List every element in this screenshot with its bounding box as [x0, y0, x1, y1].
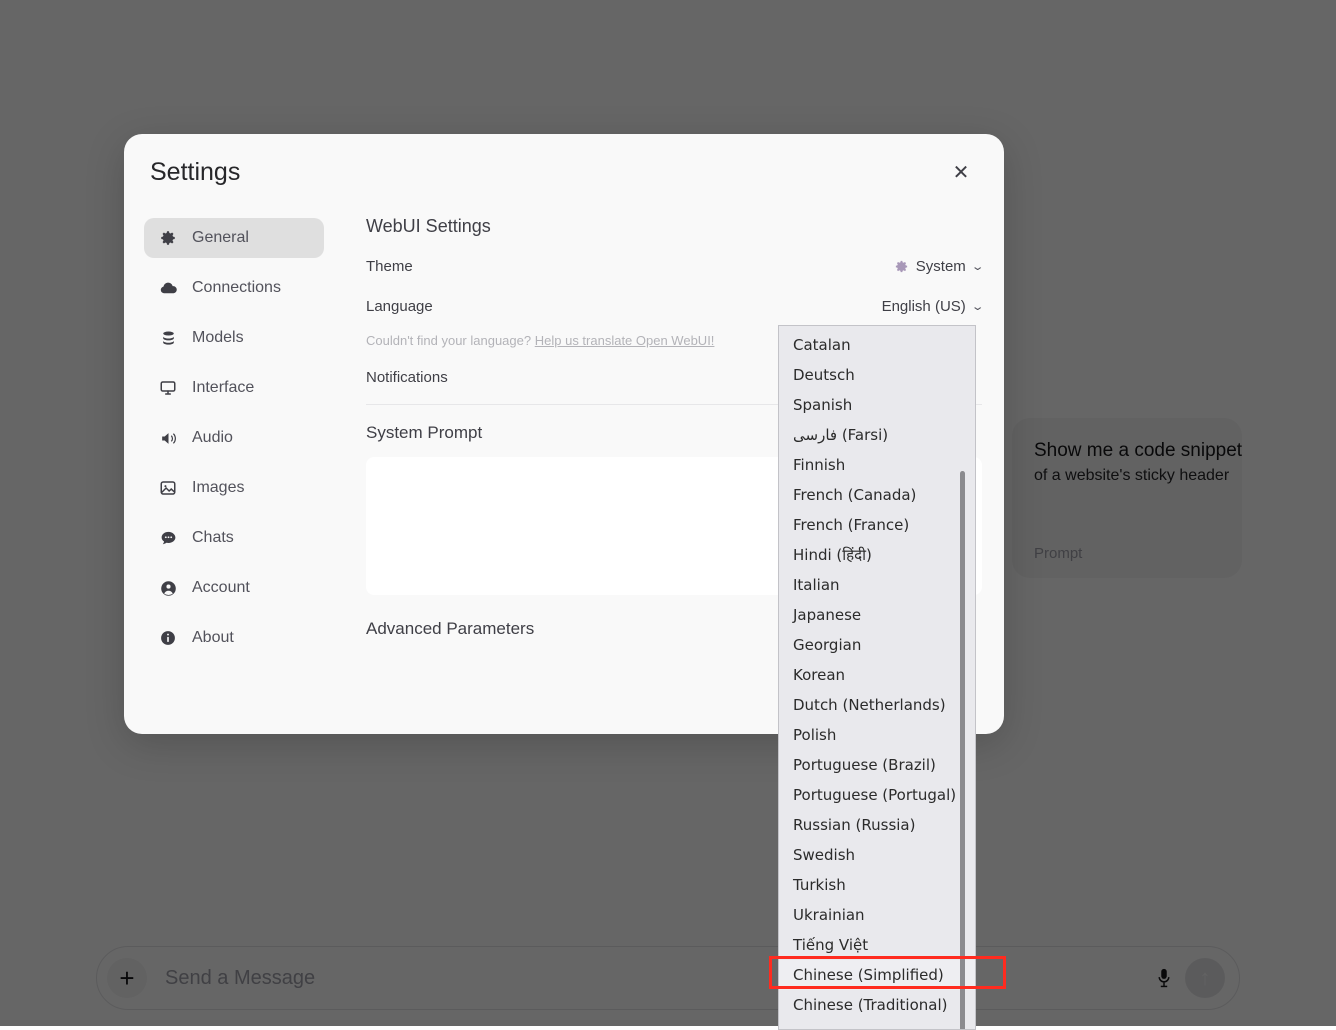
- theme-row: Theme System ⌄: [366, 253, 982, 279]
- translate-hint-text: Couldn't find your language?: [366, 333, 531, 348]
- sidebar-item-label: Account: [192, 579, 250, 597]
- sidebar-item-connections[interactable]: Connections: [144, 268, 324, 308]
- language-label: Language: [366, 298, 882, 315]
- language-option[interactable]: Swedish: [779, 840, 975, 870]
- chevron-down-icon: ⌄: [970, 300, 984, 313]
- sidebar-item-images[interactable]: Images: [144, 468, 324, 508]
- cloud-icon: [158, 278, 178, 298]
- speaker-icon: [158, 428, 178, 448]
- webui-settings-heading: WebUI Settings: [366, 216, 982, 237]
- language-dropdown-list[interactable]: CatalanDeutschSpanishفارسی (Farsi)Finnis…: [778, 325, 976, 1030]
- sidebar-item-label: General: [192, 229, 249, 247]
- gear-icon: [158, 228, 178, 248]
- language-option[interactable]: Chinese (Simplified): [779, 960, 975, 990]
- language-option[interactable]: Polish: [779, 720, 975, 750]
- gear-icon: [894, 259, 909, 274]
- sidebar-item-general[interactable]: General: [144, 218, 324, 258]
- language-option[interactable]: Italian: [779, 570, 975, 600]
- page-title: Settings: [150, 158, 944, 187]
- language-option-list: CatalanDeutschSpanishفارسی (Farsi)Finnis…: [779, 330, 975, 1020]
- info-circle-icon: [158, 628, 178, 648]
- theme-select[interactable]: System ⌄: [894, 258, 982, 275]
- language-option[interactable]: Korean: [779, 660, 975, 690]
- language-option[interactable]: Georgian: [779, 630, 975, 660]
- sidebar-item-label: Audio: [192, 429, 233, 447]
- language-option[interactable]: Dutch (Netherlands): [779, 690, 975, 720]
- language-option[interactable]: Japanese: [779, 600, 975, 630]
- language-option[interactable]: Chinese (Traditional): [779, 990, 975, 1020]
- language-option[interactable]: Russian (Russia): [779, 810, 975, 840]
- sidebar-item-interface[interactable]: Interface: [144, 368, 324, 408]
- close-icon[interactable]: ✕: [944, 155, 978, 189]
- translate-link[interactable]: Help us translate Open WebUI!: [535, 333, 715, 348]
- theme-label: Theme: [366, 258, 894, 275]
- language-option[interactable]: Finnish: [779, 450, 975, 480]
- language-option[interactable]: Catalan: [779, 330, 975, 360]
- language-option[interactable]: Ukrainian: [779, 900, 975, 930]
- sidebar-item-audio[interactable]: Audio: [144, 418, 324, 458]
- language-option[interactable]: French (Canada): [779, 480, 975, 510]
- sidebar-item-label: Interface: [192, 379, 254, 397]
- language-option[interactable]: Tiếng Việt: [779, 930, 975, 960]
- language-value: English (US): [882, 298, 966, 315]
- language-option[interactable]: Spanish: [779, 390, 975, 420]
- language-option[interactable]: Portuguese (Portugal): [779, 780, 975, 810]
- language-option[interactable]: Portuguese (Brazil): [779, 750, 975, 780]
- language-option[interactable]: French (France): [779, 510, 975, 540]
- database-icon: [158, 328, 178, 348]
- chevron-down-icon: ⌄: [970, 260, 984, 273]
- modal-header: Settings ✕: [124, 134, 1004, 210]
- dropdown-scrollbar-thumb[interactable]: [960, 471, 965, 1030]
- sidebar-item-account[interactable]: Account: [144, 568, 324, 608]
- language-option[interactable]: Turkish: [779, 870, 975, 900]
- sidebar-item-label: Chats: [192, 529, 234, 547]
- user-circle-icon: [158, 578, 178, 598]
- language-row: Language English (US) ⌄: [366, 293, 982, 319]
- monitor-icon: [158, 378, 178, 398]
- chat-bubble-icon: [158, 528, 178, 548]
- sidebar-item-label: About: [192, 629, 234, 647]
- sidebar-item-models[interactable]: Models: [144, 318, 324, 358]
- sidebar-item-label: Images: [192, 479, 244, 497]
- sidebar-item-label: Connections: [192, 279, 281, 297]
- sidebar-item-label: Models: [192, 329, 244, 347]
- language-option[interactable]: Deutsch: [779, 360, 975, 390]
- settings-sidebar: General Connections Models Interface: [124, 210, 344, 734]
- language-select[interactable]: English (US) ⌄: [882, 298, 982, 315]
- language-option[interactable]: Hindi (हिंदी): [779, 540, 975, 570]
- language-option[interactable]: فارسی (Farsi): [779, 420, 975, 450]
- image-icon: [158, 478, 178, 498]
- sidebar-item-about[interactable]: About: [144, 618, 324, 658]
- sidebar-item-chats[interactable]: Chats: [144, 518, 324, 558]
- theme-value: System: [916, 258, 966, 275]
